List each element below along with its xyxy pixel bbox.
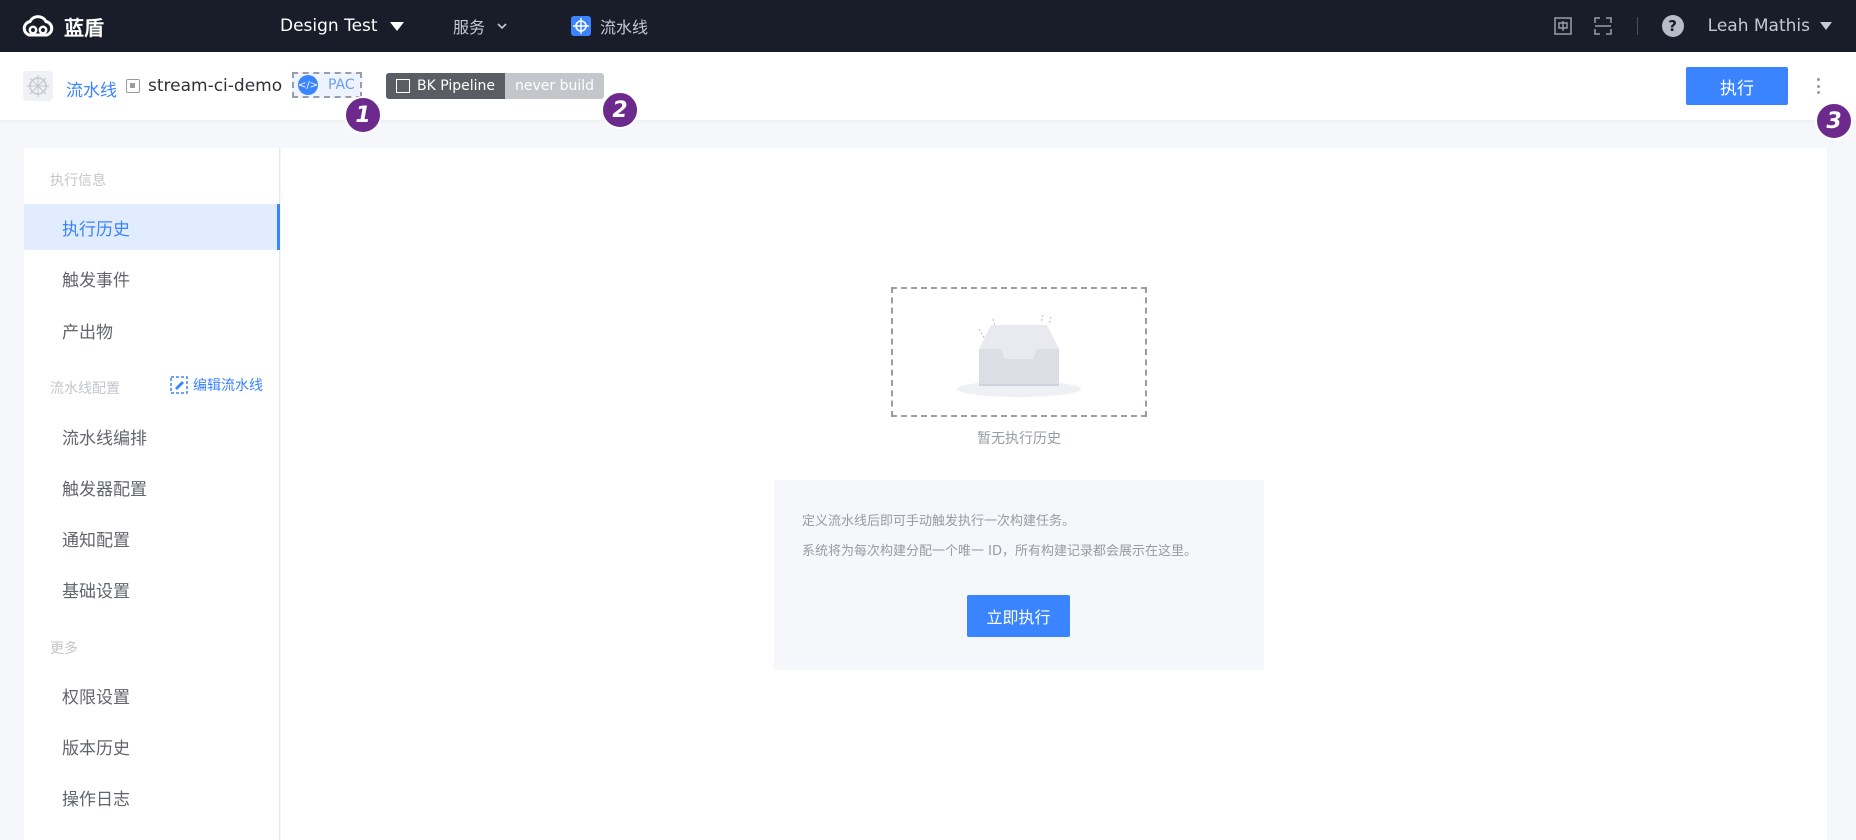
sidebar-item-trigger-events[interactable]: 触发事件 xyxy=(24,255,280,301)
sidebar-group-exec: 执行信息 xyxy=(50,173,106,189)
sidebar-group-more: 更多 xyxy=(50,641,78,657)
sidebar-item-audit-log[interactable]: 操作日志 xyxy=(24,774,280,820)
edit-pipeline-label: 编辑流水线 xyxy=(193,378,263,394)
nav-divider xyxy=(1636,17,1638,35)
sidebar-group-config: 流水线配置 xyxy=(50,381,120,397)
empty-state-text: 暂无执行历史 xyxy=(977,431,1061,447)
sidebar-item-permissions[interactable]: 权限设置 xyxy=(24,672,280,718)
scan-icon[interactable] xyxy=(1593,16,1613,36)
user-name: Leah Mathis xyxy=(1707,16,1810,36)
document-icon xyxy=(396,79,410,93)
empty-state-info-panel: 定义流水线后即可手动触发执行一次构建任务。 系统将为每次构建分配一个唯一 ID，… xyxy=(774,480,1264,670)
breadcrumb-pipeline-link[interactable]: 流水线 xyxy=(66,76,117,101)
more-options-icon[interactable] xyxy=(1816,78,1820,94)
empty-state-illustration xyxy=(891,287,1147,417)
info-line-1: 定义流水线后即可手动触发执行一次构建任务。 xyxy=(802,514,1076,529)
sidebar-item-artifacts[interactable]: 产出物 xyxy=(24,307,280,353)
edit-pipeline-link[interactable]: 编辑流水线 xyxy=(170,375,263,395)
sidebar: 执行信息 执行历史 触发事件 产出物 流水线配置 编辑流水线 流水线编排 触发器… xyxy=(24,148,280,840)
edit-pipeline-icon xyxy=(170,376,188,394)
badge-status: never build xyxy=(505,73,605,99)
language-icon[interactable] xyxy=(1553,16,1573,36)
cloud-logo-icon xyxy=(22,15,54,37)
project-name: Design Test xyxy=(280,16,378,36)
sidebar-item-version-history[interactable]: 版本历史 xyxy=(24,723,280,769)
annotation-marker-2: 2 xyxy=(601,91,639,129)
breadcrumb-separator-icon xyxy=(126,79,140,93)
pipeline-header: 流水线 stream-ci-demo </> PAC BK Pipeline n… xyxy=(0,52,1856,120)
info-line-2: 系统将为每次构建分配一个唯一 ID，所有构建记录都会展示在这里。 xyxy=(802,544,1197,559)
sidebar-item-exec-history[interactable]: 执行历史 xyxy=(24,204,280,250)
caret-down-icon xyxy=(389,21,404,31)
pipeline-logo-icon xyxy=(23,71,53,101)
chevron-down-icon xyxy=(497,23,507,30)
annotation-marker-1: 1 xyxy=(344,96,382,134)
sidebar-item-trigger-config[interactable]: 触发器配置 xyxy=(24,464,280,510)
pipeline-nav[interactable]: 流水线 xyxy=(570,0,648,52)
services-menu[interactable]: 服务 xyxy=(453,0,507,52)
help-icon[interactable]: ? xyxy=(1661,15,1684,37)
execute-button[interactable]: 执行 xyxy=(1686,67,1788,105)
empty-inbox-icon xyxy=(957,314,1081,397)
badge-source-label: BK Pipeline xyxy=(417,78,496,94)
build-status-badge[interactable]: BK Pipeline never build xyxy=(386,73,605,99)
sidebar-item-basic-settings[interactable]: 基础设置 xyxy=(24,566,280,612)
brand[interactable]: 蓝盾 xyxy=(20,0,104,52)
pipeline-nav-label: 流水线 xyxy=(600,18,649,37)
pipeline-name: stream-ci-demo xyxy=(148,76,283,96)
annotation-marker-3: 3 xyxy=(1815,102,1853,140)
code-icon: </> xyxy=(298,75,318,95)
project-selector[interactable]: Design Test xyxy=(280,0,404,52)
caret-down-icon xyxy=(1820,22,1832,30)
user-menu[interactable]: Leah Mathis xyxy=(1708,16,1832,36)
main-content: 暂无执行历史 定义流水线后即可手动触发执行一次构建任务。 系统将为每次构建分配一… xyxy=(281,148,1827,840)
nav-right-tools: ? Leah Mathis xyxy=(1533,0,1856,52)
sidebar-item-orchestration[interactable]: 流水线编排 xyxy=(24,413,280,459)
pipeline-icon xyxy=(571,16,591,36)
brand-name: 蓝盾 xyxy=(64,15,104,40)
badge-source: BK Pipeline xyxy=(386,73,506,99)
run-now-button[interactable]: 立即执行 xyxy=(967,595,1070,637)
services-label: 服务 xyxy=(453,18,486,37)
pac-tag[interactable]: </> PAC xyxy=(292,72,362,98)
pac-label: PAC xyxy=(328,77,355,93)
sidebar-item-notify-config[interactable]: 通知配置 xyxy=(24,515,280,561)
top-navigation: 蓝盾 Design Test 服务 流水线 ? Leah Mathis xyxy=(0,0,1856,52)
